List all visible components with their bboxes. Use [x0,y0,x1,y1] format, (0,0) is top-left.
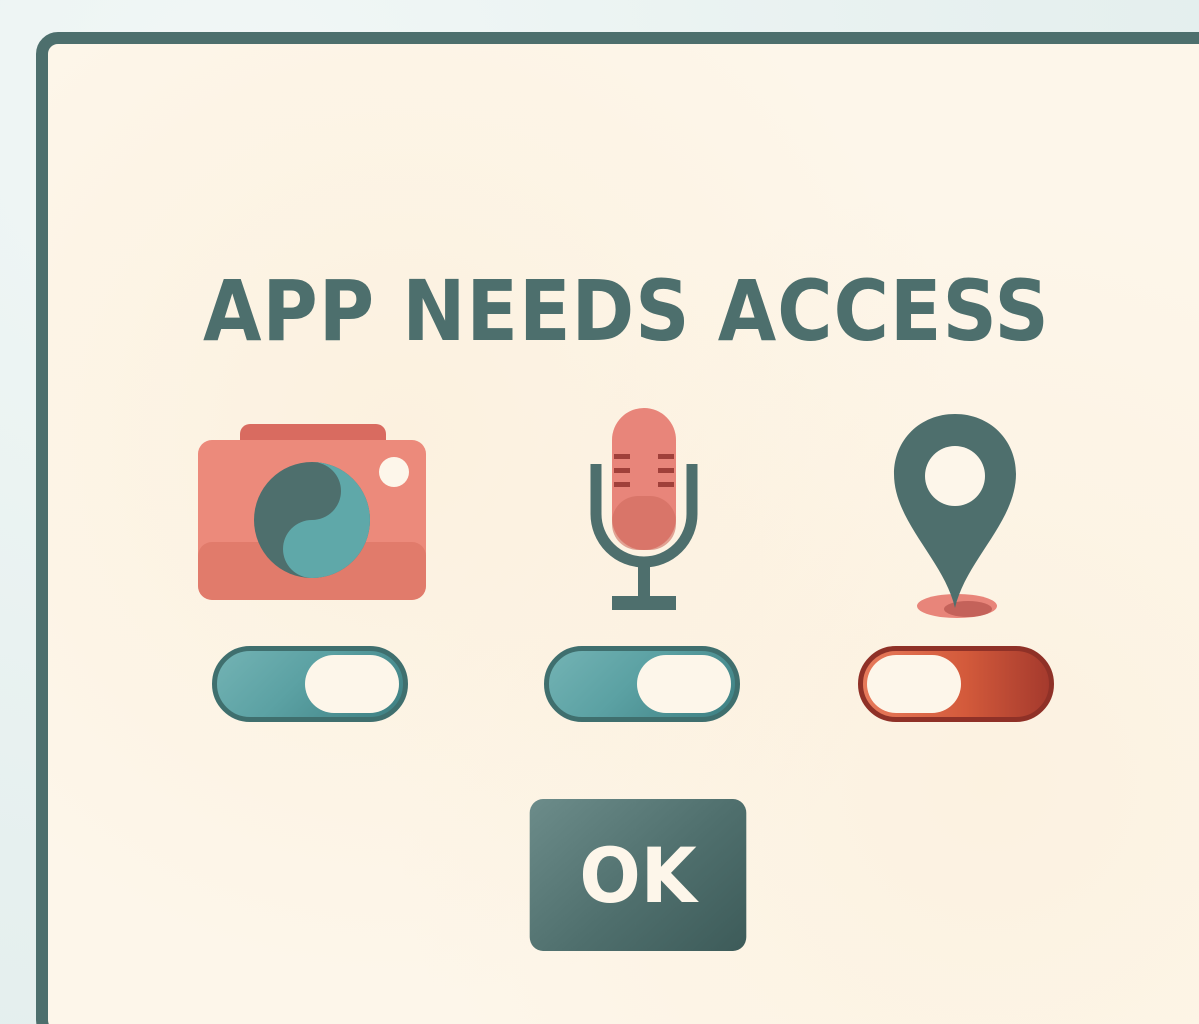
location-pin-icon [894,414,1016,618]
ok-button[interactable]: OK [529,799,747,951]
camera-icon [198,424,426,600]
toggle-knob [637,655,731,713]
dialog-title: APP NEEDS ACCESS [203,262,1050,360]
permission-dialog: APP NEEDS ACCESS OK [36,32,1199,1024]
microphone-icon [590,408,698,610]
screen-background: APP NEEDS ACCESS OK [0,0,1199,1024]
microphone-permission-toggle[interactable] [544,646,740,722]
camera-permission-toggle[interactable] [212,646,408,722]
toggle-knob [867,655,961,713]
toggle-knob [305,655,399,713]
location-permission-toggle[interactable] [858,646,1054,722]
